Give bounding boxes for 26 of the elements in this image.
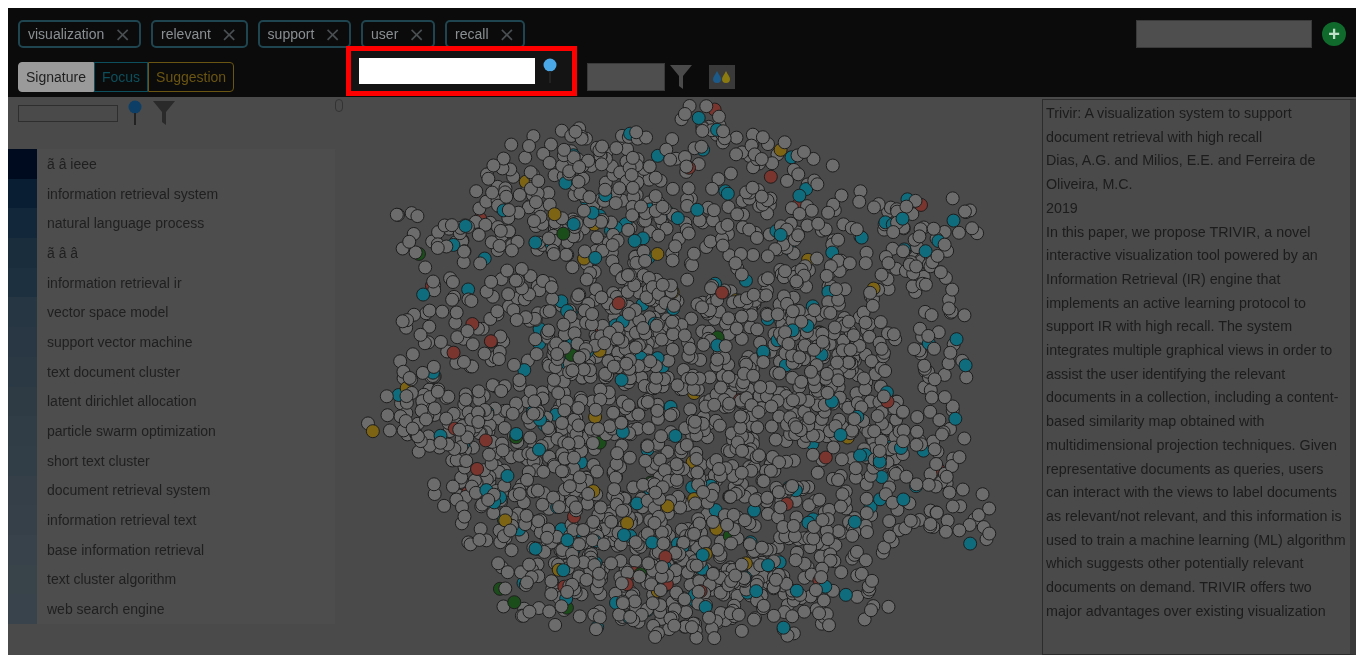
search-field[interactable] bbox=[359, 58, 536, 85]
keyword-chip[interactable]: support × bbox=[257, 19, 352, 48]
keyword-chip[interactable]: relevant × bbox=[151, 19, 248, 48]
filter-field[interactable] bbox=[587, 63, 666, 92]
keyword-label: recall bbox=[455, 25, 489, 42]
mode-tab[interactable]: Suggestion bbox=[148, 62, 235, 93]
remove-button[interactable]: × bbox=[322, 23, 344, 44]
mode-tab[interactable]: Focus bbox=[93, 62, 149, 93]
remove-button[interactable]: × bbox=[218, 23, 240, 44]
add-button[interactable]: + bbox=[1322, 21, 1346, 46]
keyword-label: support bbox=[267, 25, 315, 42]
remove-button[interactable]: × bbox=[496, 23, 518, 44]
drops-icon bbox=[712, 70, 733, 85]
filter-icon[interactable] bbox=[669, 64, 694, 91]
color-drops-button[interactable] bbox=[709, 65, 736, 90]
term-filter-field[interactable] bbox=[18, 104, 118, 122]
filter-icon[interactable] bbox=[152, 100, 176, 126]
keyword-label: user bbox=[371, 25, 399, 42]
mode-tab[interactable]: Signature bbox=[18, 62, 94, 93]
remove-button[interactable]: × bbox=[112, 23, 134, 44]
keyword-input[interactable] bbox=[1136, 19, 1312, 48]
remove-button[interactable]: × bbox=[406, 23, 428, 44]
keyword-chip[interactable]: visualization × bbox=[18, 19, 142, 48]
pin-icon[interactable] bbox=[543, 58, 558, 85]
keyword-label: visualization bbox=[28, 25, 105, 42]
keyword-label: relevant bbox=[161, 25, 211, 42]
